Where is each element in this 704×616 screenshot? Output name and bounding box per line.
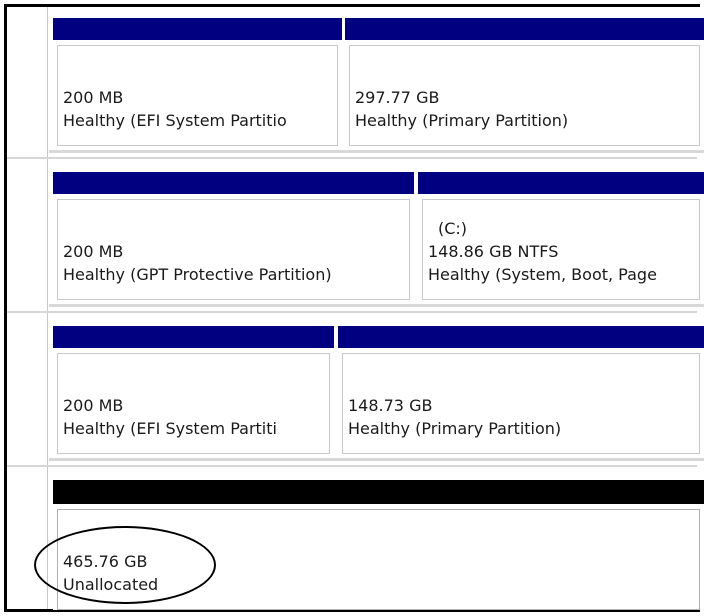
partition-status: Healthy (System, Boot, Page [428,265,657,284]
disk-info-column [7,7,48,609]
partition-color-bar [53,480,704,504]
partition-size: 148.73 GB [348,396,433,415]
row-divider [7,465,697,467]
partition-status: Healthy (EFI System Partitio [63,111,287,130]
partition-color-bar [338,326,704,348]
partition-size: 148.86 GB NTFS [428,242,559,261]
partition-status: Unallocated [63,575,159,594]
partition-color-bar [345,18,704,40]
disk-bottom-bar [49,458,704,461]
partition-color-bar [53,326,334,348]
partition-color-bar [53,172,414,194]
partition-status: Healthy (Primary Partition) [355,111,569,130]
partition-efi-system[interactable]: 200 MB Healthy (EFI System Partitio [53,18,342,150]
partition-size: 200 MB [63,88,124,107]
partition-color-bar [418,172,704,194]
row-divider [7,311,697,313]
partition-status: Healthy (EFI System Partiti [63,419,277,438]
row-divider [7,157,697,159]
partition-color-bar [53,18,342,40]
partition-system-c[interactable]: (C:) 148.86 GB NTFS Healthy (System, Boo… [418,172,704,304]
disk-bottom-bar [49,150,704,153]
partition-unallocated[interactable]: 465.76 GB Unallocated [53,480,704,610]
partition-size: 200 MB [63,396,124,415]
partition-size: 465.76 GB [63,552,148,571]
disk-bottom-bar [49,304,704,307]
partition-primary[interactable]: 148.73 GB Healthy (Primary Partition) [338,326,704,458]
partition-size: 200 MB [63,242,124,261]
partition-size: 297.77 GB [355,88,440,107]
partition-status: Healthy (GPT Protective Partition) [63,265,332,284]
partition-primary[interactable]: 297.77 GB Healthy (Primary Partition) [345,18,704,150]
partition-gpt-protective[interactable]: 200 MB Healthy (GPT Protective Partition… [53,172,414,304]
partition-efi-system[interactable]: 200 MB Healthy (EFI System Partiti [53,326,334,458]
partition-drive-letter: (C:) [438,219,468,238]
partition-status: Healthy (Primary Partition) [348,419,562,438]
